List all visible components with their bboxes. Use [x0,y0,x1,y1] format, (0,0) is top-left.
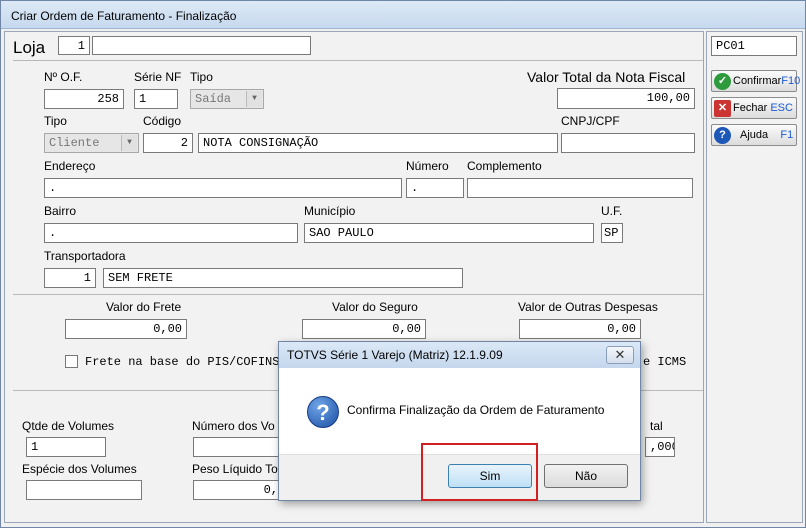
seguro-input[interactable]: 0,00 [302,319,426,339]
transportadora-code-input[interactable]: 1 [44,268,96,288]
complemento-input[interactable] [467,178,693,198]
outras-input[interactable]: 0,00 [519,319,641,339]
uf-label: U.F. [601,204,623,218]
highlight-box [421,443,538,501]
help-label: Ajuda [740,129,769,141]
cnpj-input[interactable] [561,133,695,153]
chevron-down-icon: ▼ [246,91,262,107]
separator [13,60,703,61]
peso-liquido-input[interactable]: 0, [193,480,283,500]
transportadora-name-input[interactable]: SEM FRETE [103,268,463,288]
total-label: tal [650,419,663,433]
bairro-input[interactable]: . [44,223,298,243]
serie-input[interactable]: 1 [134,89,178,109]
pc-code-field[interactable]: PC01 [711,36,797,56]
bairro-label: Bairro [44,204,77,218]
help-icon: ? [714,127,731,144]
confirm-button[interactable]: ✓ ConfirmarF10 [711,70,801,92]
numero-volumes-input[interactable] [193,437,283,457]
tipo-select[interactable]: Saída ▼ [190,89,264,109]
check-icon: ✓ [714,73,731,90]
codigo-label: Código [143,114,182,128]
confirm-key: F10 [781,75,801,87]
complemento-label: Complemento [467,159,542,173]
numero-label: Número [406,159,449,173]
peso-liquido-label: Peso Líquido To [192,462,278,476]
confirm-label: Confirmar [733,75,782,87]
uf-input[interactable]: SP [601,223,623,243]
question-icon: ? [307,396,339,428]
loja-code-input[interactable]: 1 [58,36,90,55]
municipio-label: Município [304,204,356,218]
especie-volumes-label: Espécie dos Volumes [22,462,137,476]
qtde-volumes-input[interactable]: 1 [26,437,106,457]
municipio-input[interactable]: SAO PAULO [304,223,594,243]
separator [13,294,703,295]
dialog-titlebar: TOTVS Série 1 Varejo (Matriz) 12.1.9.09 … [279,342,640,368]
transportadora-label: Transportadora [44,249,126,263]
chevron-down-icon: ▼ [121,135,137,151]
tipo2-select[interactable]: Cliente ▼ [44,133,139,153]
tipo2-select-value: Cliente [49,136,100,150]
outras-label: Valor de Outras Despesas [518,300,658,314]
dialog-body: ? Confirma Finalização da Ordem de Fatur… [279,368,640,454]
close-button[interactable]: ✕ Fechar ESC [711,97,797,119]
seguro-label: Valor do Seguro [332,300,418,314]
qtde-volumes-label: Qtde de Volumes [22,419,115,433]
dialog-message: Confirma Finalização da Ordem de Faturam… [347,403,605,417]
dialog-close-button[interactable]: ✕ [606,346,634,364]
nof-label: Nº O.F. [44,70,83,84]
codigo-input[interactable]: 2 [143,133,193,153]
total-input[interactable]: ,000 [645,437,675,457]
serie-label: Série NF [134,70,182,84]
tipo2-label: Tipo [44,114,67,128]
endereco-label: Endereço [44,159,96,173]
frete-pis-checkbox[interactable] [65,355,78,368]
dialog-title: TOTVS Série 1 Varejo (Matriz) 12.1.9.09 [287,348,503,362]
numero-input[interactable]: . [406,178,464,198]
window-title: Criar Ordem de Faturamento - Finalização [11,9,237,23]
nof-input[interactable]: 258 [44,89,124,109]
close-key: ESC [770,102,793,114]
no-button[interactable]: Não [544,464,628,488]
help-button[interactable]: ? Ajuda F1 [711,124,797,146]
numero-volumes-label: Número dos Vo [192,419,275,433]
cnpj-label: CNPJ/CPF [561,114,620,128]
close-icon: ✕ [714,100,731,117]
tipo-select-value: Saída [195,92,232,106]
frete-label: Valor do Frete [106,300,182,314]
valor-total-label: Valor Total da Nota Fiscal [527,69,686,85]
loja-name-input[interactable] [92,36,311,55]
frete-input[interactable]: 0,00 [65,319,187,339]
tipo-label: Tipo [190,70,213,84]
frete-pis-label: Frete na base do PIS/COFINS [85,355,280,369]
help-key: F1 [780,129,794,141]
close-label: Fechar [733,102,768,114]
valor-total-input[interactable]: 100,00 [557,88,695,109]
endereco-input[interactable]: . [44,178,402,198]
loja-label: Loja [13,38,46,57]
icms-label: e ICMS [643,355,687,369]
action-panel: PC01 ✓ ConfirmarF10 ✕ Fechar ESC ? Ajuda… [706,31,803,523]
window-titlebar: Criar Ordem de Faturamento - Finalização [1,1,805,29]
codigo-name-input[interactable]: NOTA CONSIGNAÇÃO [198,133,558,153]
especie-volumes-input[interactable] [26,480,142,500]
